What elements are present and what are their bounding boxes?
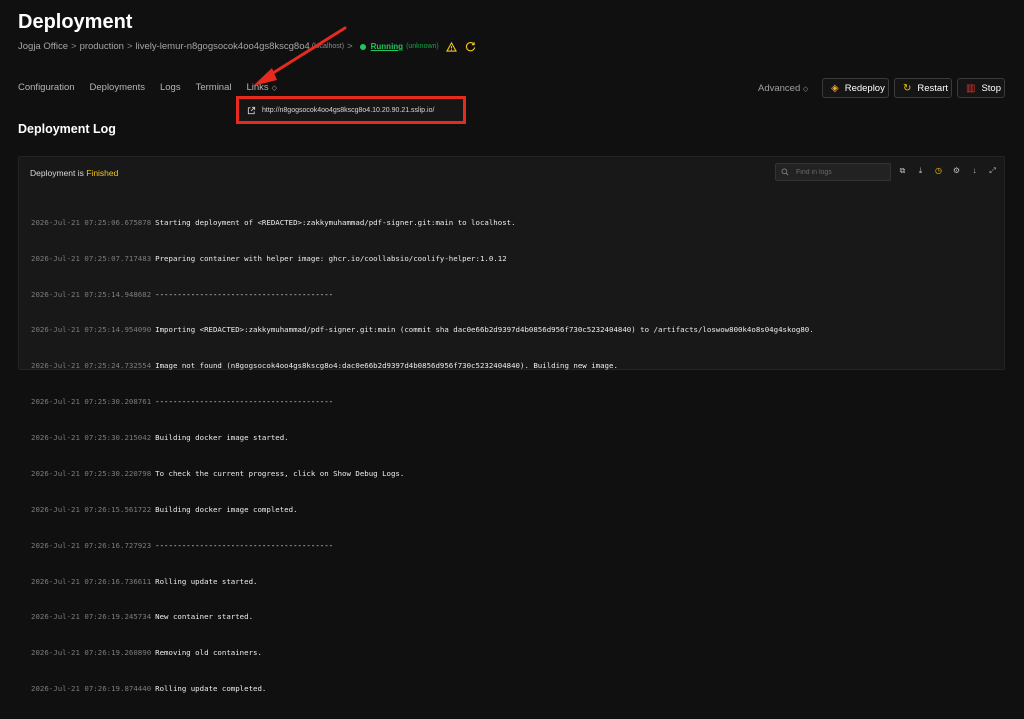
deployment-link[interactable]: http://n8gogsocok4oo4gs8kscg8o4.10.20.90… [262,107,434,114]
restart-label: Restart [917,82,949,94]
debug-logs-icon[interactable]: ⚙ [952,166,961,175]
annotation-arrow [253,26,347,86]
redeploy-button[interactable]: ◈ Redeploy [822,78,889,98]
log-timestamp: 2026-Jul-21 07:26:16.736611 [31,576,152,586]
log-message: Rolling update started. [155,576,258,586]
log-timestamp: 2026-Jul-21 07:26:15.561722 [31,504,152,514]
log-message: Image not found (n8gogsocok4oo4gs8kscg8o… [155,361,618,371]
breadcrumb-environment[interactable]: production [80,41,124,52]
log-header: Deployment is Finished ⧉ ⤓ ◷ ⚙ ↓ ⤢ [19,157,1004,187]
tab-logs[interactable]: Logs [160,82,181,93]
log-message: Importing <REDACTED>:zakkymuhammad/pdf-s… [155,325,814,335]
warning-icon[interactable] [445,41,457,52]
log-message: Building docker image started. [155,433,289,443]
breadcrumb-separator: > [71,41,77,52]
log-timestamp: 2026-Jul-21 07:26:19.245734 [31,612,152,622]
restart-icon: ↻ [903,82,912,94]
external-link-icon [247,106,256,114]
log-line: 2026-Jul-21 07:25:14.948682 -------------… [31,289,814,301]
log-timestamp: 2026-Jul-21 07:26:16.727923 [31,540,152,550]
advanced-label: Advanced [758,83,801,94]
log-line: 2026-Jul-21 07:25:30.220798 To check the … [31,468,814,480]
log-timestamp: 2026-Jul-21 07:25:07.717483 [31,253,152,263]
log-line: 2026-Jul-21 07:26:19.874440 Rolling updat… [31,683,814,695]
log-line: 2026-Jul-21 07:26:19.260890 Removing old … [31,647,814,659]
log-message: ---------------------------------------- [155,289,334,299]
log-message: Building docker image completed. [155,504,298,514]
breadcrumb-team[interactable]: Jogja Office [18,41,68,52]
advanced-dropdown[interactable]: Advanced ◇ [758,83,808,94]
log-timestamp: 2026-Jul-21 07:25:24.732554 [31,361,152,371]
section-title: Deployment Log [18,122,116,136]
deployment-status-prefix: Deployment is [30,168,84,178]
search-icon [781,168,789,176]
tab-configuration[interactable]: Configuration [18,82,75,93]
log-line: 2026-Jul-21 07:25:30.208761 -------------… [31,396,814,408]
scroll-down-icon[interactable]: ↓ [970,166,979,175]
log-line: 2026-Jul-21 07:26:15.561722 Building dock… [31,504,814,516]
log-message: Starting deployment of <REDACTED>:zakkym… [155,217,516,227]
log-search [775,163,891,181]
log-timestamp: 2026-Jul-21 07:25:30.215042 [31,433,152,443]
log-message: Preparing container with helper image: g… [155,253,507,263]
redeploy-icon: ◈ [831,82,839,94]
log-line: 2026-Jul-21 07:25:06.675878 Starting depl… [31,217,814,229]
copy-icon[interactable]: ⧉ [898,166,907,175]
status-detail: (unknown) [406,43,439,50]
fullscreen-icon[interactable]: ⤢ [988,166,997,175]
status-running: Running [370,42,404,51]
tab-terminal[interactable]: Terminal [196,82,232,93]
stop-label: Stop [981,82,1001,94]
download-icon[interactable]: ⤓ [916,166,925,175]
log-message: Rolling update completed. [155,684,267,694]
log-message: New container started. [155,612,254,622]
status-dot [359,43,366,50]
log-timestamp: 2026-Jul-21 07:25:06.675878 [31,217,152,227]
log-line: 2026-Jul-21 07:25:30.215042 Building dock… [31,432,814,444]
log-line: 2026-Jul-21 07:26:16.727923 -------------… [31,540,814,552]
restart-button[interactable]: ↻ Restart [894,78,952,98]
log-line: 2026-Jul-21 07:25:14.954090 Importing <RE… [31,324,814,336]
log-toolbar: ⧉ ⤓ ◷ ⚙ ↓ ⤢ [898,166,1006,175]
log-timestamp: 2026-Jul-21 07:26:19.874440 [31,684,152,694]
chevron-up-down-icon: ◇ [802,86,809,93]
timestamp-toggle-icon[interactable]: ◷ [934,166,943,175]
redeploy-label: Redeploy [844,82,885,94]
log-lines: 2026-Jul-21 07:25:06.675878 Starting depl… [31,193,814,719]
log-message: ---------------------------------------- [155,540,334,550]
log-timestamp: 2026-Jul-21 07:25:30.220798 [31,468,152,478]
stop-icon: ▥ [966,82,976,94]
log-search-input[interactable] [794,167,888,177]
reload-icon[interactable] [465,41,476,52]
log-line: 2026-Jul-21 07:26:19.245734 New container… [31,611,814,623]
log-timestamp: 2026-Jul-21 07:26:19.260890 [31,648,152,658]
stop-button[interactable]: ▥ Stop [957,78,1005,98]
links-dropdown: http://n8gogsocok4oo4gs8kscg8o4.10.20.90… [236,96,466,124]
deployment-status: Deployment is Finished [30,168,118,178]
log-message: To check the current progress, click on … [155,468,405,478]
log-timestamp: 2026-Jul-21 07:25:14.948682 [31,289,152,299]
page-title: Deployment [18,11,133,33]
breadcrumb-separator: > [126,41,133,52]
deployment-log-panel: Deployment is Finished ⧉ ⤓ ◷ ⚙ ↓ ⤢ 2026-… [18,156,1005,693]
log-line: 2026-Jul-21 07:25:07.717483 Preparing con… [31,253,814,265]
log-line: 2026-Jul-21 07:26:16.736611 Rolling updat… [31,576,814,588]
log-line: 2026-Jul-21 07:25:24.732554 Image not fou… [31,360,814,372]
log-timestamp: 2026-Jul-21 07:25:14.954090 [31,325,152,335]
deployment-status-value: Finished [86,168,119,178]
tab-deployments[interactable]: Deployments [90,82,145,93]
log-message: Removing old containers. [155,648,262,658]
